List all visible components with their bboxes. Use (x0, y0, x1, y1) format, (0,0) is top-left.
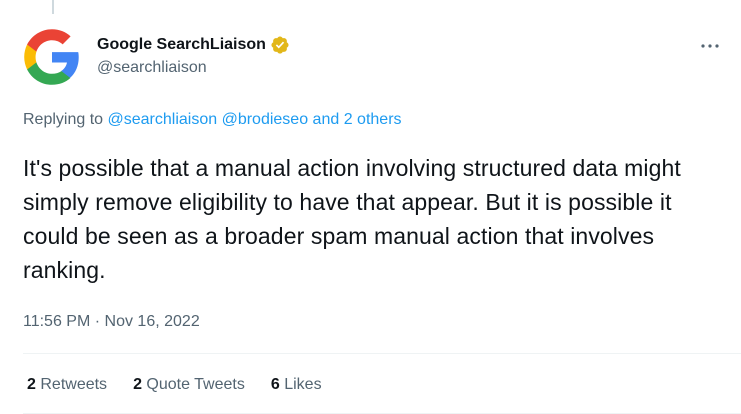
engagement-stats: 2 Retweets 2 Quote Tweets 6 Likes (27, 376, 322, 394)
retweets-label: Retweets (40, 376, 108, 393)
more-icon (701, 44, 719, 48)
google-g-logo-icon (24, 29, 79, 85)
quote-tweets-stat[interactable]: 2 Quote Tweets (133, 376, 245, 394)
thread-connector-line (52, 0, 54, 14)
timestamp-separator: · (94, 313, 101, 330)
mention-searchliaison-link[interactable]: @searchliaison (108, 111, 218, 128)
likes-count: 6 (270, 376, 280, 393)
tweet-date[interactable]: Nov 16, 2022 (105, 313, 200, 330)
quote-tweets-label: Quote Tweets (146, 376, 245, 393)
author-handle[interactable]: @searchliaison (97, 59, 290, 77)
verified-badge-icon[interactable] (270, 35, 290, 55)
likes-stat[interactable]: 6 Likes (271, 376, 322, 394)
replying-to-prefix: Replying to (23, 111, 104, 128)
tweet-timestamp: 11:56 PM · Nov 16, 2022 (23, 313, 200, 331)
replying-and-text[interactable]: and (313, 111, 340, 128)
retweets-stat[interactable]: 2 Retweets (27, 376, 107, 394)
author-names: Google SearchLiaison @searchliaison (97, 34, 290, 77)
tweet-time[interactable]: 11:56 PM (23, 313, 90, 330)
tweet-text: It's possible that a manual action invol… (23, 155, 681, 283)
likes-label: Likes (284, 376, 322, 393)
others-link[interactable]: 2 others (344, 111, 402, 128)
replying-to-line: Replying to @searchliaison @brodieseo an… (23, 111, 402, 129)
divider (23, 353, 741, 354)
retweets-count: 2 (27, 376, 36, 393)
display-name-row: Google SearchLiaison (97, 34, 290, 56)
mention-brodieseo-link[interactable]: @brodieseo (222, 111, 309, 128)
quote-tweets-count: 2 (133, 376, 142, 393)
more-options-button[interactable] (695, 36, 725, 56)
avatar[interactable] (23, 28, 81, 86)
author-display-name[interactable]: Google SearchLiaison (97, 36, 266, 54)
tweet-header: Google SearchLiaison @searchliaison (23, 28, 725, 90)
